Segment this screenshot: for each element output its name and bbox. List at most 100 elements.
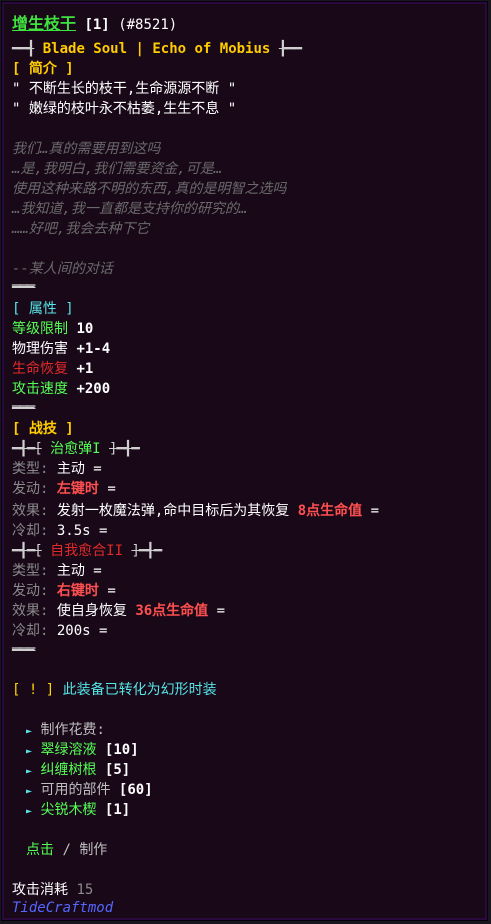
craft-button[interactable]: 制作 xyxy=(79,842,107,858)
skill-trigger: 发动: 左键时 = xyxy=(12,479,116,499)
attack-cost-label: 攻击消耗 xyxy=(12,882,68,898)
click-label[interactable]: 点击 xyxy=(26,842,54,858)
intro-quote-1: " 不断生长的枝干,生命源源不断 " xyxy=(12,81,237,97)
skill-effect-suffix: = xyxy=(370,503,380,519)
skill-title: ━┫━[ 治愈弹I ]━┫━ xyxy=(12,439,140,459)
origin-mod: Blade Soul xyxy=(42,41,128,57)
attribute-value: 10 xyxy=(76,321,94,337)
material-item: ► 纠缠树根 [5] xyxy=(26,760,130,782)
skill-deco-right: ]━┫━ xyxy=(109,441,140,457)
skill-type-value: 主动 = xyxy=(56,563,102,579)
warning-icon: [ ! ] xyxy=(12,682,55,698)
material-qty: [60] xyxy=(118,782,153,798)
skill-trigger-value: 右键时 xyxy=(56,583,99,599)
skill-effect: 效果: 使自身恢复 36点生命值 = xyxy=(12,601,225,621)
attribute-row: 物理伤害 +1-4 xyxy=(12,339,110,359)
skill-effect-label: 效果: xyxy=(12,503,49,519)
item-id: (#8521) xyxy=(118,17,178,33)
arrow-icon: ► xyxy=(26,746,33,757)
material-name: 可用的部件 xyxy=(40,782,111,798)
attribute-row: 等级限制 10 xyxy=(12,319,93,339)
skill-trigger-label: 发动: xyxy=(12,481,49,497)
skill-cooldown: 冷却: 200s = xyxy=(12,621,107,641)
notice-text: 此装备已转化为幻形时装 xyxy=(62,682,217,698)
skill-trigger-label: 发动: xyxy=(12,583,49,599)
skill-trigger-value: 左键时 xyxy=(56,481,99,497)
skill-type-label: 类型: xyxy=(12,563,49,579)
skill-effect-suffix: = xyxy=(216,603,226,619)
skill-trigger-suffix: = xyxy=(107,481,116,497)
item-tooltip: 增生枝干 [1] (#8521) ━━┫ Blade Soul | Echo o… xyxy=(1,1,488,921)
skill-deco-right: ]━┫━ xyxy=(131,543,162,559)
attribute-label: 物理伤害 xyxy=(12,341,68,357)
craft-cost-label: 制作花费: xyxy=(40,722,105,738)
dialog-line: …是,我明白,我们需要资金,可是… xyxy=(12,161,223,177)
divider: ═══ xyxy=(12,642,35,658)
action-separator: / xyxy=(62,842,71,858)
skill-cooldown-label: 冷却: xyxy=(12,523,49,539)
material-item: ► 可用的部件 [60] xyxy=(26,780,153,802)
skill-effect-label: 效果: xyxy=(12,603,49,619)
dialog-line: 使用这种来路不明的东西,真的是明智之选吗 xyxy=(12,181,287,197)
dialog-signature: --某人间的对话 xyxy=(12,261,113,277)
skill-effect-highlight: 8点生命值 xyxy=(297,503,363,519)
skill-title: ━┫━[ 自我愈合II ]━┫━ xyxy=(12,541,162,561)
material-name: 尖锐木楔 xyxy=(40,802,97,818)
notice: [ ! ] 此装备已转化为幻形时装 xyxy=(12,680,217,700)
arrow-icon: ► xyxy=(26,726,33,737)
skill-deco-left: ━┫━[ xyxy=(12,543,43,559)
material-item: ► 尖锐木楔 [1] xyxy=(26,800,130,822)
item-name: 增生枝干 xyxy=(12,14,77,33)
material-name: 纠缠树根 xyxy=(40,762,97,778)
attribute-value: +1-4 xyxy=(76,341,111,357)
dialog-line: ……好吧,我会去种下它 xyxy=(12,221,150,237)
origin-right-deco: ┣━━ xyxy=(278,41,302,57)
skill-type-value: 主动 = xyxy=(56,461,102,477)
skill-type-label: 类型: xyxy=(12,461,49,477)
skill-cooldown: 冷却: 3.5s = xyxy=(12,521,107,541)
intro-header: [ 简介 ] xyxy=(12,61,74,77)
skill-effect-highlight: 36点生命值 xyxy=(135,603,209,619)
material-name: 翠绿溶液 xyxy=(40,742,97,758)
skill-name: 治愈弹I xyxy=(50,441,101,457)
divider: ═══ xyxy=(12,400,35,416)
material-qty: [5] xyxy=(104,762,131,778)
skill-type: 类型: 主动 = xyxy=(12,459,102,479)
item-header: 增生枝干 [1] (#8521) xyxy=(12,14,177,35)
dialog-line: 我们…真的需要用到这吗 xyxy=(12,141,161,157)
intro-quote-2: " 嫩绿的枝叶永不枯萎,生生不息 " xyxy=(12,101,237,117)
arrow-icon: ► xyxy=(26,766,33,777)
skill-trigger-suffix: = xyxy=(107,583,116,599)
craft-action[interactable]: 点击 / 制作 xyxy=(26,840,107,860)
skill-name: 自我愈合II xyxy=(50,543,124,559)
origin-bar: | xyxy=(135,41,144,57)
attribute-row: 生命恢复 +1 xyxy=(12,359,93,379)
arrow-icon: ► xyxy=(26,806,33,817)
attribute-value: +200 xyxy=(76,381,111,397)
attributes-header: [ 属性 ] xyxy=(12,301,74,317)
attribute-value: +1 xyxy=(76,361,94,377)
attack-cost: 攻击消耗 15 xyxy=(12,880,93,900)
arrow-icon: ► xyxy=(26,786,33,797)
origin-left-deco: ━━┫ xyxy=(12,41,35,57)
item-level: [1] xyxy=(84,17,110,33)
mod-name: TideCraftmod xyxy=(12,900,114,916)
material-qty: [10] xyxy=(104,742,139,758)
attribute-label: 生命恢复 xyxy=(12,361,68,377)
material-qty: [1] xyxy=(104,802,131,818)
origin-line: ━━┫ Blade Soul | Echo of Mobius ┣━━ xyxy=(12,39,302,59)
skill-cooldown-value: 200s = xyxy=(56,623,108,639)
skill-deco-left: ━┫━[ xyxy=(12,441,43,457)
attribute-label: 等级限制 xyxy=(12,321,68,337)
skill-cooldown-label: 冷却: xyxy=(12,623,49,639)
attack-cost-value: 15 xyxy=(76,882,94,898)
craft-cost-line: ► 制作花费: xyxy=(26,720,105,742)
origin-item: Echo of Mobius xyxy=(152,41,271,57)
divider: ═══ xyxy=(12,279,35,295)
attribute-row: 攻击速度 +200 xyxy=(12,379,110,399)
material-item: ► 翠绿溶液 [10] xyxy=(26,740,139,762)
skill-type: 类型: 主动 = xyxy=(12,561,102,581)
dialog-line: …我知道,我一直都是支持你的研究的… xyxy=(12,201,248,217)
attribute-label: 攻击速度 xyxy=(12,381,68,397)
skill-effect-text: 使自身恢复 xyxy=(56,603,127,619)
